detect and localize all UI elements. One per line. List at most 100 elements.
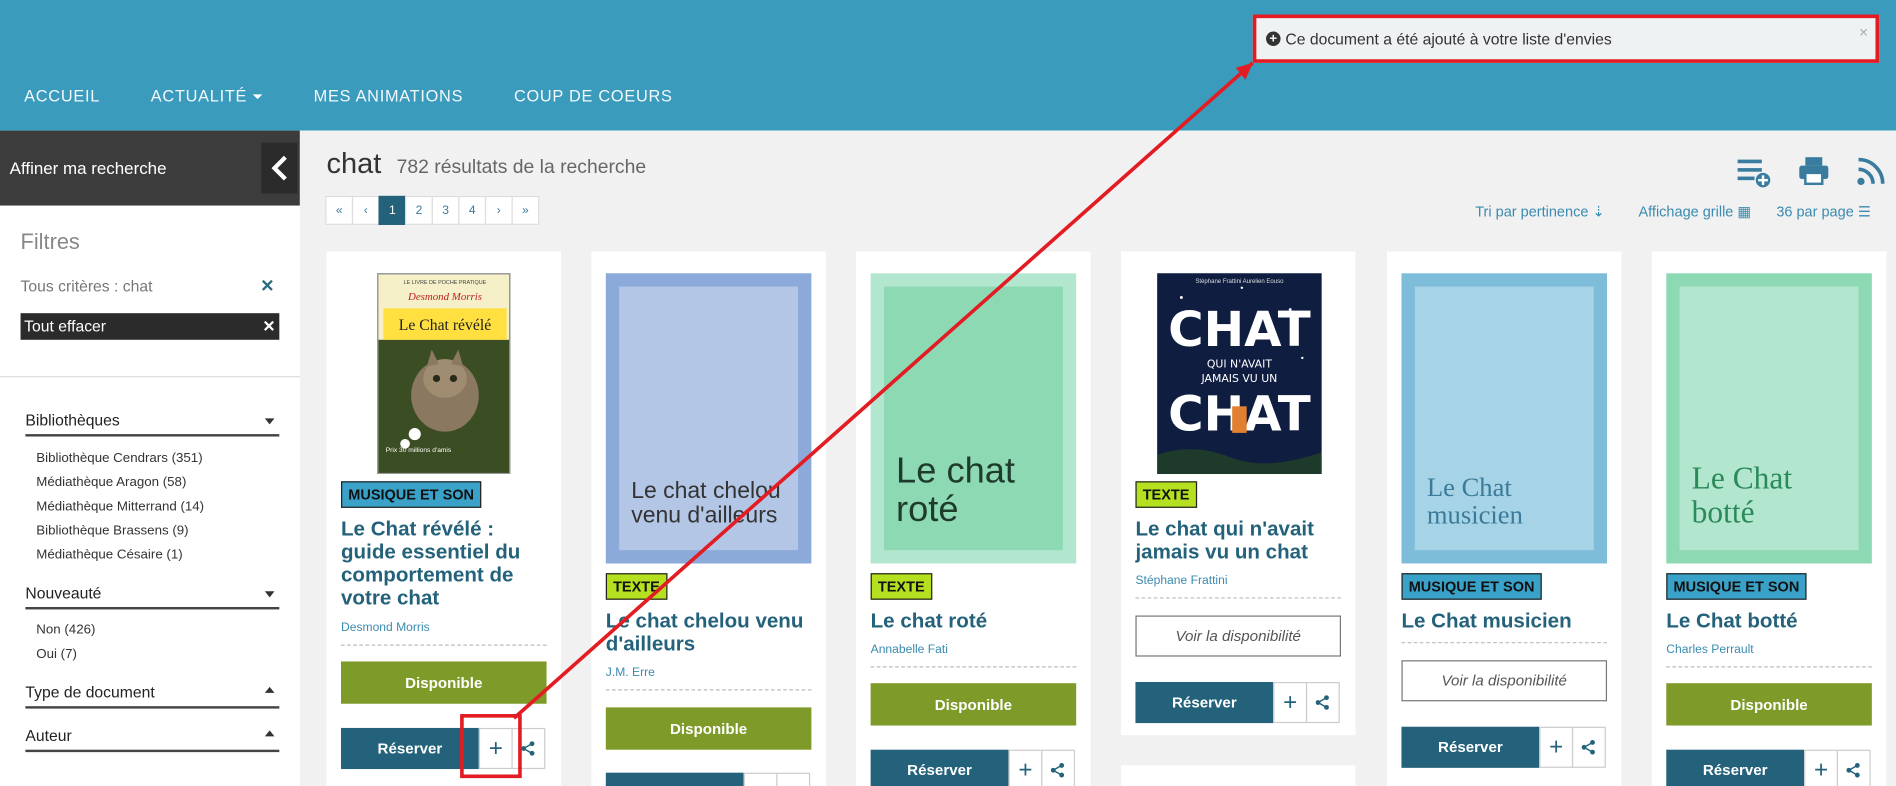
caret-up-icon	[264, 730, 275, 737]
share-icon[interactable]	[1305, 681, 1340, 724]
criteria-label: Tous critères : chat	[20, 276, 153, 296]
collapse-sidebar-icon[interactable]	[261, 142, 298, 194]
availability-button[interactable]: Disponible	[1666, 683, 1872, 726]
card-author[interactable]: Desmond Morris	[340, 622, 547, 646]
facet-option[interactable]: Oui (7)	[36, 642, 95, 666]
nav-item-actualite[interactable]: ACTUALITÉ	[151, 87, 263, 105]
nav-item-accueil[interactable]: ACCUEIL	[24, 87, 100, 105]
cover-series: LE LIVRE DE POCHE PRATIQUE	[404, 280, 487, 286]
cover-title: Le Chat botté	[1679, 286, 1859, 551]
facet-option[interactable]: Médiathèque Mitterrand (14)	[36, 495, 204, 519]
card-title[interactable]: Le Chat botté	[1666, 609, 1878, 632]
svg-text:JAMAIS VU UN: JAMAIS VU UN	[1201, 372, 1278, 385]
book-cover[interactable]: Le chat roté	[870, 273, 1077, 564]
reserve-button[interactable]: Réserver	[605, 772, 744, 786]
nav-item-label: ACTUALITÉ	[150, 87, 248, 106]
add-to-wishlist-button[interactable]: +	[1273, 681, 1308, 724]
card-title[interactable]: Le Chat musicien	[1401, 609, 1613, 632]
document-type-badge: TEXTE	[605, 573, 668, 600]
card-title[interactable]: Le chat chelou venu d'ailleurs	[606, 609, 818, 655]
facet-option[interactable]: Médiathèque Césaire (1)	[36, 543, 204, 567]
card-divider	[1401, 634, 1608, 644]
card-title[interactable]: Le chat qui n'avait jamais vu un chat	[1135, 518, 1347, 564]
facet-title: Type de document	[25, 683, 155, 702]
book-cover[interactable]: Le Chat botté	[1666, 273, 1872, 564]
svg-text:CHAT: CHAT	[1168, 302, 1311, 358]
add-to-wishlist-button[interactable]: +	[1008, 749, 1043, 786]
caret-down-icon	[264, 591, 275, 598]
share-icon[interactable]	[511, 727, 546, 770]
result-card: LE LIVRE DE POCHE PRATIQUE Desmond Morri…	[326, 251, 562, 786]
caret-down-icon	[253, 94, 263, 100]
share-icon[interactable]: ⋯	[776, 772, 811, 786]
card-author[interactable]: Stéphane Frattini	[1135, 574, 1342, 599]
result-card: Le Chat botté MUSIQUE ET SON Le Chat bot…	[1651, 251, 1887, 786]
page-2-button[interactable]: 2	[405, 195, 433, 225]
check-availability-button[interactable]: Voir la disponibilité	[1401, 660, 1608, 702]
rss-icon[interactable]	[1856, 155, 1885, 192]
card-author[interactable]: J.M. Erre	[605, 666, 812, 691]
add-to-wishlist-button[interactable]: +	[1804, 749, 1838, 786]
cover-title: Le chat roté	[883, 286, 1063, 551]
document-type-badge: TEXTE	[1135, 481, 1197, 508]
page-1-button[interactable]: 1	[378, 195, 407, 225]
facet-option[interactable]: Non (426)	[36, 618, 95, 642]
availability-button[interactable]: Disponible	[340, 661, 547, 704]
book-cover[interactable]: Le Chat musicien	[1401, 273, 1608, 564]
book-cover[interactable]: Le chat chelou venu d'ailleurs	[605, 273, 812, 564]
facet-option[interactable]: Bibliothèque Cendrars (351)	[36, 446, 204, 470]
results-area: chat 782 résultats de la recherche « ‹ 1…	[299, 130, 1896, 786]
search-query: chat	[326, 147, 382, 181]
card-author[interactable]: Charles Perrault	[1666, 643, 1872, 668]
nav-item-mes-animations[interactable]: MES ANIMATIONS	[314, 87, 464, 105]
print-icon[interactable]	[1798, 155, 1829, 192]
last-page-button[interactable]: »	[511, 195, 540, 225]
card-actions: Réserver +	[870, 749, 1075, 786]
card-author[interactable]: Annabelle Fati	[870, 643, 1077, 668]
reserve-button[interactable]: Réserver	[1401, 726, 1540, 768]
reserve-button[interactable]: Réserver	[1666, 749, 1805, 786]
facet-auteur[interactable]: Auteur	[25, 727, 280, 753]
result-card: Le Chat musicien MUSIQUE ET SON Le Chat …	[1386, 251, 1622, 786]
clear-all-button[interactable]: Tout effacer ✕	[20, 313, 280, 340]
availability-button[interactable]: Disponible	[870, 683, 1077, 726]
add-to-wishlist-button[interactable]: +	[1539, 726, 1574, 768]
grid-icon: ▦	[1737, 203, 1752, 221]
remove-criteria-icon[interactable]: ✕	[260, 276, 274, 297]
share-icon[interactable]	[1836, 749, 1871, 786]
add-to-list-icon[interactable]	[1736, 155, 1772, 195]
facet-nouveaute[interactable]: Nouveauté	[25, 584, 280, 610]
check-availability-button[interactable]: Voir la disponibilité	[1135, 615, 1342, 657]
nav-item-coup-de-coeurs[interactable]: COUP DE COEURS	[514, 87, 673, 105]
site-header: ACCUEIL ACTUALITÉ MES ANIMATIONS COUP DE…	[0, 0, 1896, 131]
reserve-button[interactable]: Réserver	[870, 749, 1009, 786]
sort-dropdown[interactable]: Tri par pertinence ⇣	[1475, 203, 1604, 220]
card-title[interactable]: Le Chat révélé : guide essentiel du comp…	[341, 518, 553, 610]
availability-button[interactable]: Disponible	[605, 707, 812, 750]
page-4-button[interactable]: 4	[458, 195, 487, 225]
toast-close-button[interactable]: ×	[1859, 23, 1868, 41]
facet-bibliotheques[interactable]: Bibliothèques	[25, 411, 280, 437]
facet-option[interactable]: Bibliothèque Brassens (9)	[36, 519, 204, 543]
first-page-button[interactable]: «	[325, 195, 354, 225]
prev-page-button[interactable]: ‹	[351, 195, 380, 225]
per-page-dropdown[interactable]: 36 par page ☰	[1776, 203, 1871, 220]
book-cover[interactable]: LE LIVRE DE POCHE PRATIQUE Desmond Morri…	[377, 273, 511, 475]
card-title[interactable]: Le chat roté	[871, 609, 1083, 632]
add-to-wishlist-button[interactable]: +	[478, 727, 513, 770]
share-icon[interactable]	[1041, 749, 1075, 786]
view-mode-dropdown[interactable]: Affichage grille ▦	[1638, 203, 1751, 220]
filters-title: Filtres	[20, 229, 80, 254]
share-icon[interactable]	[1571, 726, 1606, 768]
cover-title: Le Chat musicien	[1414, 286, 1594, 551]
pagination: « ‹ 1 2 3 4 › »	[325, 195, 540, 225]
page-3-button[interactable]: 3	[431, 195, 460, 225]
add-to-wishlist-button[interactable]: +	[743, 772, 778, 786]
reserve-button[interactable]: Réserver	[340, 727, 479, 770]
facet-option[interactable]: Médiathèque Aragon (58)	[36, 470, 204, 494]
reserve-button[interactable]: Réserver	[1135, 681, 1274, 724]
next-page-button[interactable]: ›	[484, 195, 513, 225]
clear-all-label: Tout effacer	[24, 316, 107, 335]
facet-type-de-document[interactable]: Type de document	[25, 683, 280, 709]
book-cover[interactable]: Stéphane Frattini Aurelien Eouso CHAT QU…	[1157, 273, 1322, 475]
